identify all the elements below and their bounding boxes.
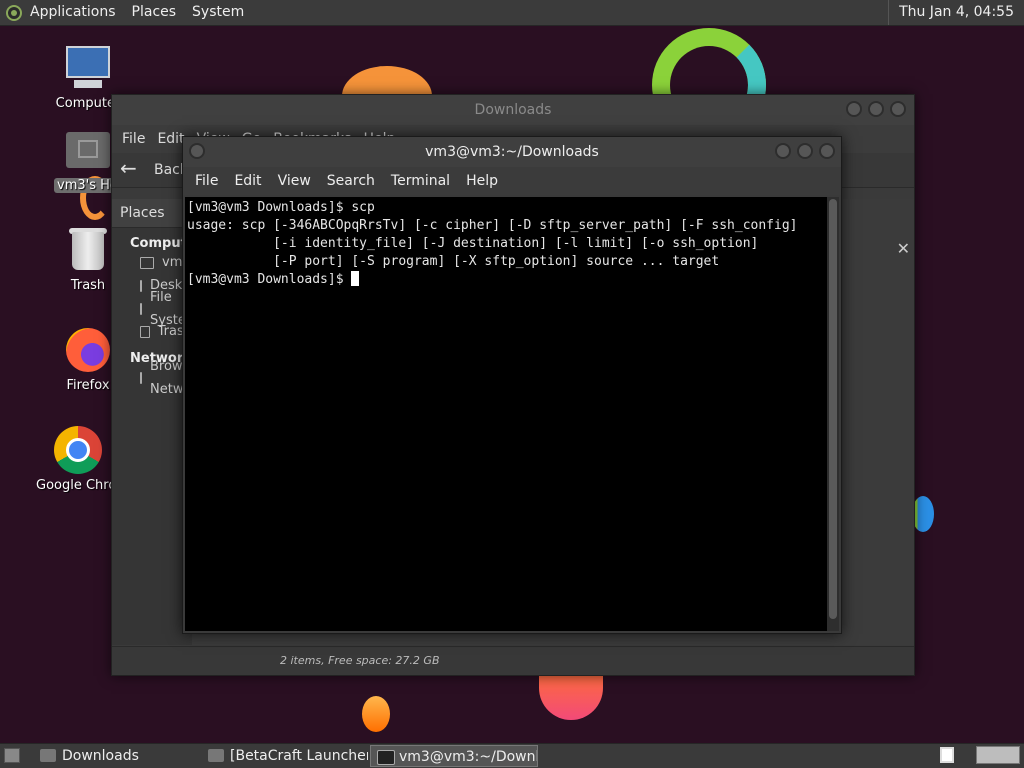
taskbar-item-label: [BetaCraft Launcher... [230, 748, 368, 764]
text-cursor [351, 271, 360, 286]
show-desktop-icon[interactable] [4, 748, 20, 763]
taskbar-item-label: Downloads [62, 748, 139, 764]
status-text: 2 items, Free space: 27.2 GB [280, 654, 440, 667]
menu-search[interactable]: Search [319, 173, 383, 189]
scrollbar[interactable] [827, 197, 839, 631]
menu-view[interactable]: View [270, 173, 319, 189]
clock[interactable]: Thu Jan 4, 04:55 [888, 0, 1024, 25]
sidebar-heading-computer: Computer [130, 236, 203, 251]
home-folder-icon [64, 126, 112, 174]
maximize-button[interactable] [797, 143, 813, 159]
network-icon [140, 371, 142, 384]
taskbar: Downloads [BetaCraft Launcher... vm3@vm3… [0, 743, 1024, 768]
menu-help[interactable]: Help [458, 173, 506, 189]
close-button[interactable] [819, 143, 835, 159]
menu-file[interactable]: File [187, 173, 226, 189]
close-button[interactable] [890, 101, 906, 117]
menubar: File Edit View Search Terminal Help [183, 167, 841, 195]
top-panel: Applications Places System Thu Jan 4, 04… [0, 0, 1024, 26]
terminal-window[interactable]: vm3@vm3:~/Downloads File Edit View Searc… [182, 136, 842, 634]
terminal-icon [377, 750, 395, 765]
maximize-button[interactable] [868, 101, 884, 117]
workspace-switcher[interactable] [976, 746, 1020, 764]
close-icon[interactable]: ✕ [897, 239, 910, 258]
minimize-button[interactable] [846, 101, 862, 117]
desktop-icon-chrome[interactable]: Google Chrome [36, 426, 120, 493]
wallpaper-shape [539, 672, 603, 720]
menu-places[interactable]: Places [124, 0, 185, 25]
places-selector[interactable]: Places [112, 199, 192, 228]
wallpaper-shape [362, 696, 390, 732]
desktop-icon-label: Google Chrome [36, 478, 120, 493]
sidebar-item-home[interactable]: vm3 [112, 251, 192, 274]
computer-icon [64, 44, 112, 92]
minimize-button[interactable] [775, 143, 791, 159]
window-titlebar[interactable]: Downloads [112, 95, 914, 125]
window-titlebar[interactable]: vm3@vm3:~/Downloads [183, 137, 841, 167]
terminal-line: [-i identity_file] [-J destination] [-l … [187, 236, 759, 251]
taskbar-item-terminal[interactable]: vm3@vm3:~/Downl... [370, 745, 538, 767]
menu-system[interactable]: System [184, 0, 252, 25]
terminal-line: [-P port] [-S program] [-X sftp_option] … [187, 254, 720, 269]
firefox-icon [64, 326, 112, 374]
distro-logo-icon[interactable] [6, 4, 22, 21]
menu-terminal[interactable]: Terminal [383, 173, 458, 189]
menu-file[interactable]: File [116, 131, 151, 147]
taskbar-item-label: vm3@vm3:~/Downl... [399, 749, 538, 765]
terminal-prompt: [vm3@vm3 Downloads]$ [187, 272, 352, 287]
sidebar-item-browse-network[interactable]: Browse Network [112, 359, 204, 397]
terminal-line: [vm3@vm3 Downloads]$ scp [187, 200, 375, 215]
folder-icon [40, 749, 56, 762]
scrollbar-thumb[interactable] [829, 199, 837, 619]
taskbar-item-betacraft[interactable]: [BetaCraft Launcher... [202, 745, 368, 767]
terminal-output[interactable]: [vm3@vm3 Downloads]$ scp usage: scp [-346… [185, 197, 827, 631]
desktop-icon [140, 279, 142, 292]
terminal-prompt-line: [vm3@vm3 Downloads]$ [187, 271, 825, 289]
sidebar-item-filesystem[interactable]: File System [112, 290, 198, 328]
drive-icon [140, 302, 142, 315]
back-arrow-icon[interactable] [120, 156, 142, 180]
trash-icon [64, 226, 112, 274]
chrome-icon [54, 426, 102, 474]
menu-applications[interactable]: Applications [22, 0, 124, 25]
workspace-icon[interactable] [940, 747, 954, 763]
statusbar: 2 items, Free space: 27.2 GB [112, 646, 914, 675]
sidebar: Places Computer vm3 Desktop File System … [112, 199, 204, 645]
app-icon [208, 749, 224, 762]
window-title: vm3@vm3:~/Downloads [425, 144, 599, 160]
window-menu-button[interactable] [189, 143, 205, 159]
wallpaper-shape [912, 496, 934, 532]
window-title: Downloads [474, 102, 552, 118]
menu-edit[interactable]: Edit [226, 173, 269, 189]
trash-icon [140, 325, 150, 338]
home-icon [140, 256, 154, 269]
taskbar-item-downloads[interactable]: Downloads [34, 745, 198, 767]
terminal-line: usage: scp [-346ABCOpqRrsTv] [-c cipher]… [187, 218, 798, 233]
